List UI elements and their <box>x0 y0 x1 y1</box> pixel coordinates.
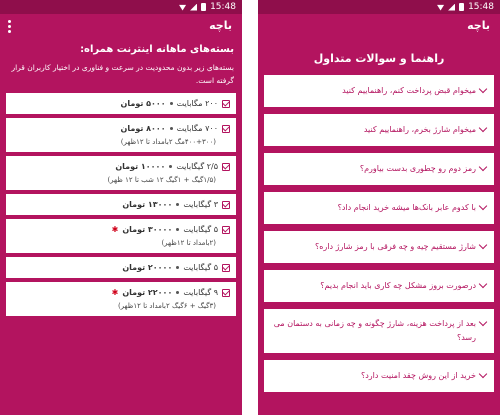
overflow-menu-icon[interactable] <box>8 20 12 33</box>
status-bar: 15:48 <box>258 0 500 14</box>
package-volume: ۷۰۰ مگابایت <box>176 124 218 133</box>
wifi-icon <box>437 4 445 11</box>
package-note: (۱/۵گیگ + ۱گیگ ۱۲ شب تا ۱۲ ظهر) <box>107 176 216 184</box>
checkbox-icon[interactable] <box>222 162 230 171</box>
package-volume: ۹ گیگابایت <box>183 288 218 297</box>
package-item[interactable]: ۵ گیگابایت ۲۰۰۰۰ تومان <box>6 257 236 278</box>
faq-item[interactable]: بعد از پرداخت هزینه، شارژ چگونه و چه زما… <box>264 309 494 353</box>
package-volume: ۲/۵ گیگابایت <box>176 162 218 171</box>
chevron-down-icon <box>478 123 488 133</box>
packages-screen: 15:48 باچه بسته‌های ماهانه اینترنت همراه… <box>0 0 242 415</box>
package-item[interactable]: ۲/۵ گیگابایت ۱۰۰۰۰ تومان (۱/۵گیگ + ۱گیگ … <box>6 156 236 190</box>
checkbox-icon[interactable] <box>222 200 230 209</box>
battery-icon <box>459 3 465 11</box>
app-title: باچه <box>467 19 490 32</box>
faq-list: میخوام قبض پرداخت کنم، راهنماییم کنید می… <box>258 75 500 392</box>
chevron-down-icon <box>478 369 488 379</box>
wifi-icon <box>179 4 187 11</box>
package-volume: ۳ گیگابایت <box>183 200 218 209</box>
package-price: ۱۰۰۰۰ تومان <box>115 162 166 171</box>
faq-item[interactable]: میخوام شارژ بخرم، راهنماییم کنید <box>264 114 494 146</box>
checkbox-icon[interactable] <box>222 288 230 297</box>
faq-question: میخوام شارژ بخرم، راهنماییم کنید <box>363 125 476 134</box>
faq-question: شارژ مستقیم چیه و چه فرقی با رمز شارژ دا… <box>314 242 476 251</box>
faq-item[interactable]: شارژ مستقیم چیه و چه فرقی با رمز شارژ دا… <box>264 231 494 263</box>
checkbox-icon[interactable] <box>222 124 230 133</box>
dot-separator <box>176 291 180 294</box>
dot-separator <box>176 203 180 206</box>
package-note: (۲بامداد تا ۱۲ظهر) <box>161 239 216 247</box>
faq-question: خرید از این روش چقد امنیت دارد؟ <box>361 371 476 380</box>
package-note: (۴۰۰+۳۰۰مگ ۲بامداد تا ۱۲ظهر) <box>120 138 216 146</box>
faq-item[interactable]: درصورت بروز مشکل چه کاری باید انجام بدیم… <box>264 270 494 302</box>
chevron-down-icon <box>478 317 488 327</box>
faq-item[interactable]: رمز دوم رو چطوری بدست بیاورم؟ <box>264 153 494 185</box>
faq-title: راهنما و سوالات متداول <box>313 52 445 65</box>
package-price: ۲۲۰۰۰ تومان <box>122 288 173 297</box>
status-time: 15:48 <box>468 2 494 12</box>
special-star-icon: ✱ <box>111 288 119 297</box>
faq-item[interactable]: خرید از این روش چقد امنیت دارد؟ <box>264 360 494 392</box>
battery-icon <box>201 3 207 11</box>
package-price: ۵۰۰۰ تومان <box>120 99 166 108</box>
dot-separator <box>169 165 173 168</box>
faq-question: میخوام قبض پرداخت کنم، راهنماییم کنید <box>342 86 476 95</box>
faq-question: با کدوم عابر بانک‌ها میشه خرید انجام داد… <box>337 203 476 212</box>
faq-screen: 15:48 باچه راهنما و سوالات متداول میخوام… <box>258 0 500 415</box>
package-note: (۳گیگ + ۶گیگ ۲بامداد تا ۱۲ظهر) <box>117 302 216 310</box>
checkbox-icon[interactable] <box>222 225 230 234</box>
app-bar: باچه <box>258 14 500 40</box>
dot-separator <box>169 102 173 105</box>
dot-separator <box>176 266 180 269</box>
signal-icon <box>448 3 456 11</box>
intro-title: بسته‌های ماهانه اینترنت همراه: <box>80 44 234 55</box>
package-price: ۳۰۰۰۰ تومان <box>122 225 173 234</box>
package-item[interactable]: ۵ گیگابایت ۳۰۰۰۰ تومان ✱ (۲بامداد تا ۱۲ظ… <box>6 219 236 253</box>
package-item[interactable]: ۹ گیگابایت ۲۲۰۰۰ تومان ✱ (۳گیگ + ۶گیگ ۲ب… <box>6 282 236 316</box>
special-star-icon: ✱ <box>111 225 119 234</box>
package-volume: ۲۰۰ مگابایت <box>176 99 218 108</box>
package-list: ۲۰۰ مگابایت ۵۰۰۰ تومان ۷۰۰ مگابایت ۸۰۰۰ … <box>0 93 242 316</box>
package-price: ۱۳۰۰۰ تومان <box>122 200 173 209</box>
chevron-down-icon <box>478 240 488 250</box>
chevron-down-icon <box>478 84 488 94</box>
faq-question: بعد از پرداخت هزینه، شارژ چگونه و چه زما… <box>273 319 476 342</box>
faq-question: رمز دوم رو چطوری بدست بیاورم؟ <box>359 164 476 173</box>
intro-body: بسته‌های زیر بدون محدودیت در سرعت و فناو… <box>11 63 234 85</box>
dot-separator <box>169 127 173 130</box>
app-title: باچه <box>209 19 232 32</box>
status-bar: 15:48 <box>0 0 242 14</box>
chevron-down-icon <box>478 279 488 289</box>
package-volume: ۵ گیگابایت <box>183 225 218 234</box>
package-item[interactable]: ۲۰۰ مگابایت ۵۰۰۰ تومان <box>6 93 236 114</box>
status-time: 15:48 <box>210 2 236 12</box>
package-item[interactable]: ۷۰۰ مگابایت ۸۰۰۰ تومان (۴۰۰+۳۰۰مگ ۲بامدا… <box>6 118 236 152</box>
package-volume: ۵ گیگابایت <box>183 263 218 272</box>
faq-item[interactable]: میخوام قبض پرداخت کنم، راهنماییم کنید <box>264 75 494 107</box>
app-bar: باچه <box>0 14 242 40</box>
package-price: ۲۰۰۰۰ تومان <box>122 263 173 272</box>
faq-question: درصورت بروز مشکل چه کاری باید انجام بدیم… <box>320 281 476 290</box>
dot-separator <box>176 228 180 231</box>
checkbox-icon[interactable] <box>222 99 230 108</box>
checkbox-icon[interactable] <box>222 263 230 272</box>
chevron-down-icon <box>478 201 488 211</box>
package-price: ۸۰۰۰ تومان <box>120 124 166 133</box>
signal-icon <box>190 3 198 11</box>
faq-item[interactable]: با کدوم عابر بانک‌ها میشه خرید انجام داد… <box>264 192 494 224</box>
intro-section: بسته‌های ماهانه اینترنت همراه: بسته‌های … <box>0 40 242 93</box>
chevron-down-icon <box>478 162 488 172</box>
package-item[interactable]: ۳ گیگابایت ۱۳۰۰۰ تومان <box>6 194 236 215</box>
